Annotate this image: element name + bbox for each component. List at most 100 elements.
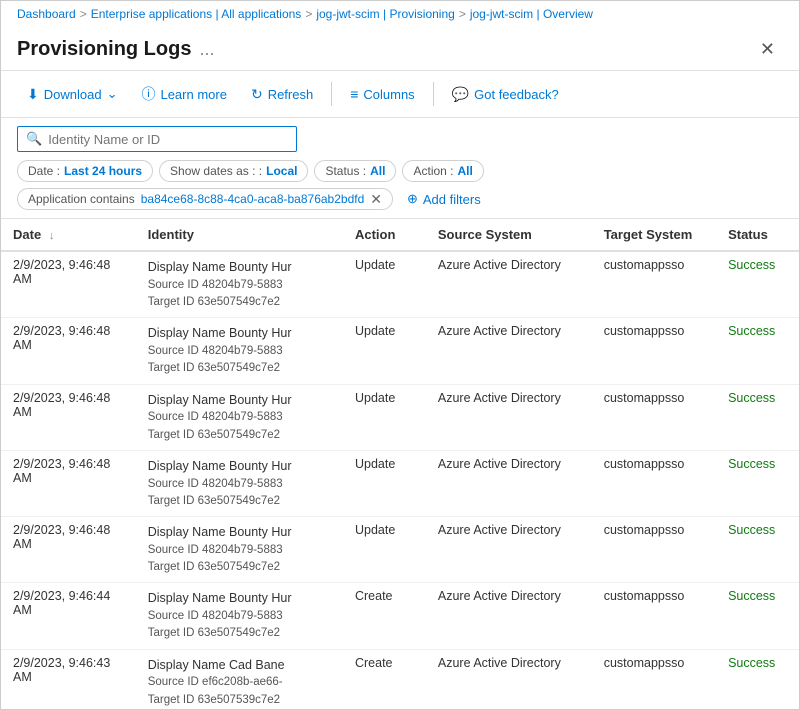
search-box: 🔍 (17, 126, 297, 152)
close-button[interactable]: ✕ (752, 35, 783, 64)
add-filters-button[interactable]: ⊕ Add filters (399, 188, 489, 210)
cell-target-system: customappsso (592, 384, 716, 450)
breadcrumb-dashboard[interactable]: Dashboard (17, 7, 76, 21)
cell-identity: Display Name Bounty Hur Source ID 48204b… (136, 318, 343, 384)
cell-date: 2/9/2023, 9:46:48 AM (1, 251, 136, 318)
col-target-label: Target System (604, 227, 693, 242)
table-body: 2/9/2023, 9:46:48 AM Display Name Bounty… (1, 251, 799, 709)
status-chip-value: All (370, 164, 385, 178)
status-filter-chip[interactable]: Status : All (314, 160, 396, 182)
identity-target: Target ID 63e507539c7e2 (148, 692, 331, 709)
breadcrumb: Dashboard > Enterprise applications | Al… (1, 1, 799, 27)
cell-identity: Display Name Bounty Hur Source ID 48204b… (136, 517, 343, 583)
identity-source: Source ID 48204b79-5883 (148, 277, 331, 294)
refresh-icon: ↻ (251, 86, 263, 103)
identity-source: Source ID 48204b79-5883 (148, 542, 331, 559)
col-date-label: Date (13, 227, 41, 242)
cell-target-system: customappsso (592, 318, 716, 384)
breadcrumb-sep-3: > (459, 7, 466, 21)
showdates-filter-chip[interactable]: Show dates as : : Local (159, 160, 308, 182)
download-icon: ⬇ (27, 86, 39, 103)
columns-label: Columns (363, 87, 414, 102)
columns-button[interactable]: ≡ Columns (340, 81, 424, 107)
cell-identity: Display Name Bounty Hur Source ID 48204b… (136, 251, 343, 318)
identity-target: Target ID 63e507549c7e2 (148, 427, 331, 444)
cell-target-system: customappsso (592, 450, 716, 516)
feedback-button[interactable]: 💬 Got feedback? (442, 81, 569, 108)
table-row[interactable]: 2/9/2023, 9:46:44 AM Display Name Bounty… (1, 583, 799, 649)
identity-name: Display Name Bounty Hur (148, 324, 331, 343)
toolbar-divider-2 (433, 82, 434, 106)
app-filter-remove[interactable]: ✕ (370, 192, 382, 206)
breadcrumb-enterprise-apps[interactable]: Enterprise applications | All applicatio… (91, 7, 302, 21)
identity-source: Source ID ef6c208b-ae66- (148, 674, 331, 691)
action-chip-value: All (458, 164, 473, 178)
breadcrumb-overview[interactable]: jog-jwt-scim | Overview (470, 7, 593, 21)
breadcrumb-provisioning[interactable]: jog-jwt-scim | Provisioning (316, 7, 455, 21)
col-header-status: Status (716, 219, 799, 251)
cell-action: Update (343, 318, 426, 384)
col-header-date[interactable]: Date ↓ (1, 219, 136, 251)
table-header: Date ↓ Identity Action Source System Tar… (1, 219, 799, 251)
status-badge: Success (728, 523, 775, 537)
add-filters-label: Add filters (423, 192, 481, 207)
cell-status: Success (716, 318, 799, 384)
columns-icon: ≡ (350, 86, 358, 102)
status-badge: Success (728, 324, 775, 338)
showdates-chip-value: Local (266, 164, 297, 178)
breadcrumb-sep-2: > (305, 7, 312, 21)
col-action-label: Action (355, 227, 395, 242)
page-title: Provisioning Logs (17, 38, 191, 61)
chevron-down-icon: ⌄ (107, 86, 118, 102)
action-filter-chip[interactable]: Action : All (402, 160, 483, 182)
table-row[interactable]: 2/9/2023, 9:46:43 AM Display Name Cad Ba… (1, 649, 799, 709)
cell-date: 2/9/2023, 9:46:48 AM (1, 517, 136, 583)
cell-identity: Display Name Bounty Hur Source ID 48204b… (136, 583, 343, 649)
table-row[interactable]: 2/9/2023, 9:46:48 AM Display Name Bounty… (1, 517, 799, 583)
cell-source-system: Azure Active Directory (426, 318, 592, 384)
status-badge: Success (728, 589, 775, 603)
cell-date: 2/9/2023, 9:46:48 AM (1, 384, 136, 450)
cell-status: Success (716, 583, 799, 649)
cell-status: Success (716, 384, 799, 450)
refresh-button[interactable]: ↻ Refresh (241, 81, 323, 108)
learn-more-button[interactable]: ⓘ Learn more (131, 79, 236, 109)
cell-action: Update (343, 251, 426, 318)
table-row[interactable]: 2/9/2023, 9:46:48 AM Display Name Bounty… (1, 384, 799, 450)
date-filter-chip[interactable]: Date : Last 24 hours (17, 160, 153, 182)
toolbar: ⬇ Download ⌄ ⓘ Learn more ↻ Refresh ≡ Co… (1, 71, 799, 118)
col-header-target: Target System (592, 219, 716, 251)
table-row[interactable]: 2/9/2023, 9:46:48 AM Display Name Bounty… (1, 251, 799, 318)
toolbar-divider-1 (331, 82, 332, 106)
date-chip-value: Last 24 hours (64, 164, 142, 178)
table-row[interactable]: 2/9/2023, 9:46:48 AM Display Name Bounty… (1, 450, 799, 516)
download-label: Download (44, 87, 102, 102)
identity-source: Source ID 48204b79-5883 (148, 409, 331, 426)
cell-action: Update (343, 517, 426, 583)
page-header: Provisioning Logs ... ✕ (1, 27, 799, 71)
search-input[interactable] (48, 132, 288, 147)
download-button[interactable]: ⬇ Download ⌄ (17, 81, 127, 108)
search-icon: 🔍 (26, 131, 42, 147)
page-header-left: Provisioning Logs ... (17, 38, 214, 61)
cell-source-system: Azure Active Directory (426, 384, 592, 450)
provisioning-logs-table: Date ↓ Identity Action Source System Tar… (1, 219, 799, 709)
table-container: Date ↓ Identity Action Source System Tar… (1, 219, 799, 709)
identity-name: Display Name Bounty Hur (148, 391, 331, 410)
col-status-label: Status (728, 227, 768, 242)
app-filter-chip: Application contains ba84ce68-8c88-4ca0-… (17, 188, 393, 210)
cell-identity: Display Name Bounty Hur Source ID 48204b… (136, 384, 343, 450)
date-chip-label: Date : (28, 164, 60, 178)
col-header-action: Action (343, 219, 426, 251)
status-badge: Success (728, 457, 775, 471)
status-badge: Success (728, 391, 775, 405)
cell-status: Success (716, 517, 799, 583)
table-row[interactable]: 2/9/2023, 9:46:48 AM Display Name Bounty… (1, 318, 799, 384)
filter-chips: Date : Last 24 hours Show dates as : : L… (17, 160, 783, 210)
ellipsis-menu[interactable]: ... (199, 39, 214, 60)
identity-source: Source ID 48204b79-5883 (148, 476, 331, 493)
cell-action: Create (343, 649, 426, 709)
cell-source-system: Azure Active Directory (426, 251, 592, 318)
identity-source: Source ID 48204b79-5883 (148, 343, 331, 360)
cell-action: Update (343, 450, 426, 516)
